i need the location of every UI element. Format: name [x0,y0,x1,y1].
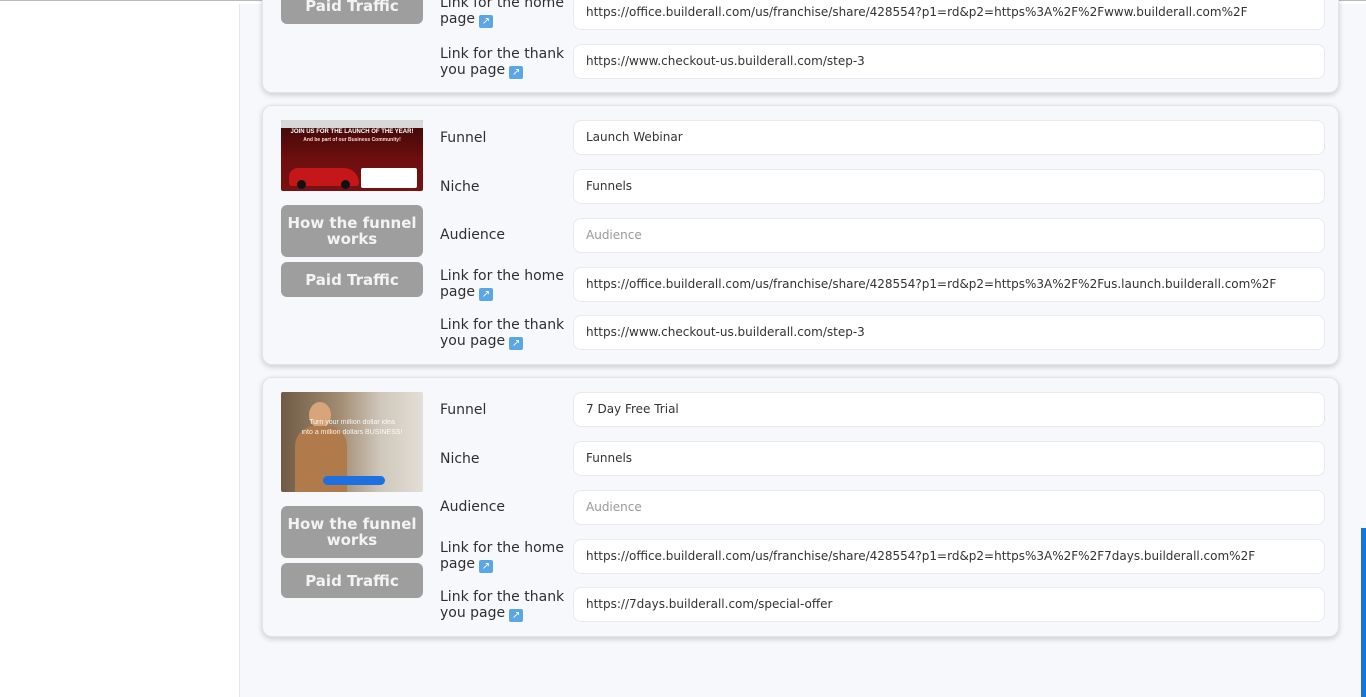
home-link-label: Link for the home page ↗ [440,268,564,301]
audience-field[interactable]: Audience [573,218,1325,253]
home-url-field[interactable]: https://office.builderall.com/us/franchi… [573,0,1325,30]
paid-traffic-button[interactable]: Paid Traffic [281,563,423,598]
thank-url-field[interactable]: https://www.checkout-us.builderall.com/s… [573,315,1325,350]
funnel-thumbnail: JOIN US FOR THE LAUNCH OF THE YEAR! And … [281,120,423,191]
external-link-icon[interactable]: ↗ [478,288,493,301]
home-url-field[interactable]: https://office.builderall.com/us/franchi… [573,539,1325,574]
audience-field[interactable]: Audience [573,490,1325,525]
funnel-label: Funnel [440,130,487,146]
audience-label: Audience [440,499,506,515]
home-link-label: Link for the home page ↗ [440,540,564,573]
external-link-icon[interactable]: ↗ [509,337,524,350]
home-link-label: Link for the home page ↗ [440,0,564,28]
funnel-label: Funnel [440,402,487,418]
funnel-field[interactable]: Launch Webinar [573,120,1325,155]
how-funnel-works-button[interactable]: How the funnel works [281,506,423,558]
thumbnail-subheadline: And be part of our Business Community! [303,137,401,143]
thumbnail-headline: Turn your million dollar idea [309,419,395,426]
paid-traffic-button[interactable]: Paid Traffic [281,262,423,297]
external-link-icon[interactable]: ↗ [478,560,493,573]
thumbnail-cta-button [323,476,385,485]
funnel-card: Turn your million dollar idea into a mil… [262,377,1339,637]
thank-link-label: Link for the thank you page ↗ [440,317,565,350]
funnel-thumbnail: Turn your million dollar idea into a mil… [281,392,423,492]
car-wheel-rear [341,180,350,189]
scrollbar-thumb[interactable] [1361,528,1366,697]
funnel-card: JOIN US FOR THE LAUNCH OF THE YEAR! And … [262,105,1339,365]
niche-field[interactable]: Funnels [573,441,1325,476]
thumbnail-subheadline: into a million dollars BUSINESS! [301,429,403,436]
niche-label: Niche [440,179,480,195]
left-sidebar [0,4,240,697]
home-url-field[interactable]: https://office.builderall.com/us/franchi… [573,267,1325,302]
thank-link-label: Link for the thank you page ↗ [440,589,565,622]
niche-field[interactable]: Funnels [573,169,1325,204]
external-link-icon[interactable]: ↗ [478,15,493,28]
audience-label: Audience [440,227,506,243]
niche-label: Niche [440,451,480,467]
thank-url-field[interactable]: https://7days.builderall.com/special-off… [573,587,1325,622]
external-link-icon[interactable]: ↗ [509,66,524,79]
paid-traffic-button[interactable]: Paid Traffic [281,0,423,24]
funnel-field[interactable]: 7 Day Free Trial [573,392,1325,427]
thumbnail-headline: JOIN US FOR THE LAUNCH OF THE YEAR! [290,129,414,135]
thumbnail-info-box [361,168,417,188]
thank-url-field[interactable]: https://www.checkout-us.builderall.com/s… [573,44,1325,79]
external-link-icon[interactable]: ↗ [509,609,524,622]
thank-link-label: Link for the thank you page ↗ [440,46,565,79]
funnel-card: Paid Traffic Link for the home page ↗ htt… [262,0,1339,93]
how-funnel-works-button[interactable]: How the funnel works [281,205,423,257]
car-wheel-front [297,180,306,189]
